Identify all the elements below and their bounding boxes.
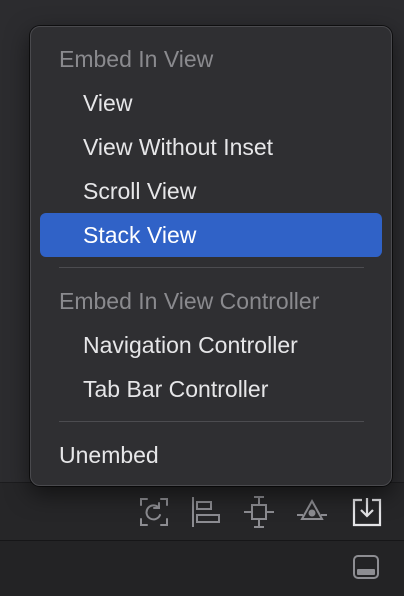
align-icon[interactable] bbox=[189, 495, 223, 529]
menu-item-view[interactable]: View bbox=[40, 81, 382, 125]
menu-item-unembed[interactable]: Unembed bbox=[40, 433, 382, 477]
menu-item-label: Unembed bbox=[59, 442, 159, 468]
section-header-embed-in-view-controller: Embed In View Controller bbox=[59, 288, 320, 314]
toggle-panel-icon[interactable] bbox=[351, 552, 385, 586]
menu-item-label: Navigation Controller bbox=[83, 332, 298, 358]
add-constraints-icon[interactable] bbox=[242, 495, 276, 529]
menu-separator bbox=[59, 267, 364, 268]
menu-item-label: Tab Bar Controller bbox=[83, 376, 269, 402]
menu-item-label: View Without Inset bbox=[83, 134, 274, 160]
update-frames-icon[interactable] bbox=[137, 495, 171, 529]
menu-item-view-without-inset[interactable]: View Without Inset bbox=[40, 125, 382, 169]
menu-item-navigation-controller[interactable]: Navigation Controller bbox=[40, 323, 382, 367]
embed-in-menu: Embed In View View View Without Inset Sc… bbox=[30, 26, 392, 486]
menu-item-tab-bar-controller[interactable]: Tab Bar Controller bbox=[40, 367, 382, 411]
section-header-embed-in-view: Embed In View bbox=[59, 46, 214, 72]
menu-item-label: Stack View bbox=[83, 222, 197, 248]
menu-separator bbox=[59, 421, 364, 422]
menu-item-stack-view[interactable]: Stack View bbox=[40, 213, 382, 257]
embed-in-icon[interactable] bbox=[350, 495, 384, 529]
status-bar bbox=[0, 540, 404, 596]
menu-item-label: View bbox=[83, 90, 133, 116]
resolve-autolayout-issues-icon[interactable] bbox=[295, 495, 329, 529]
canvas-toolbar bbox=[0, 482, 404, 540]
menu-item-label: Scroll View bbox=[83, 178, 197, 204]
menu-item-scroll-view[interactable]: Scroll View bbox=[40, 169, 382, 213]
